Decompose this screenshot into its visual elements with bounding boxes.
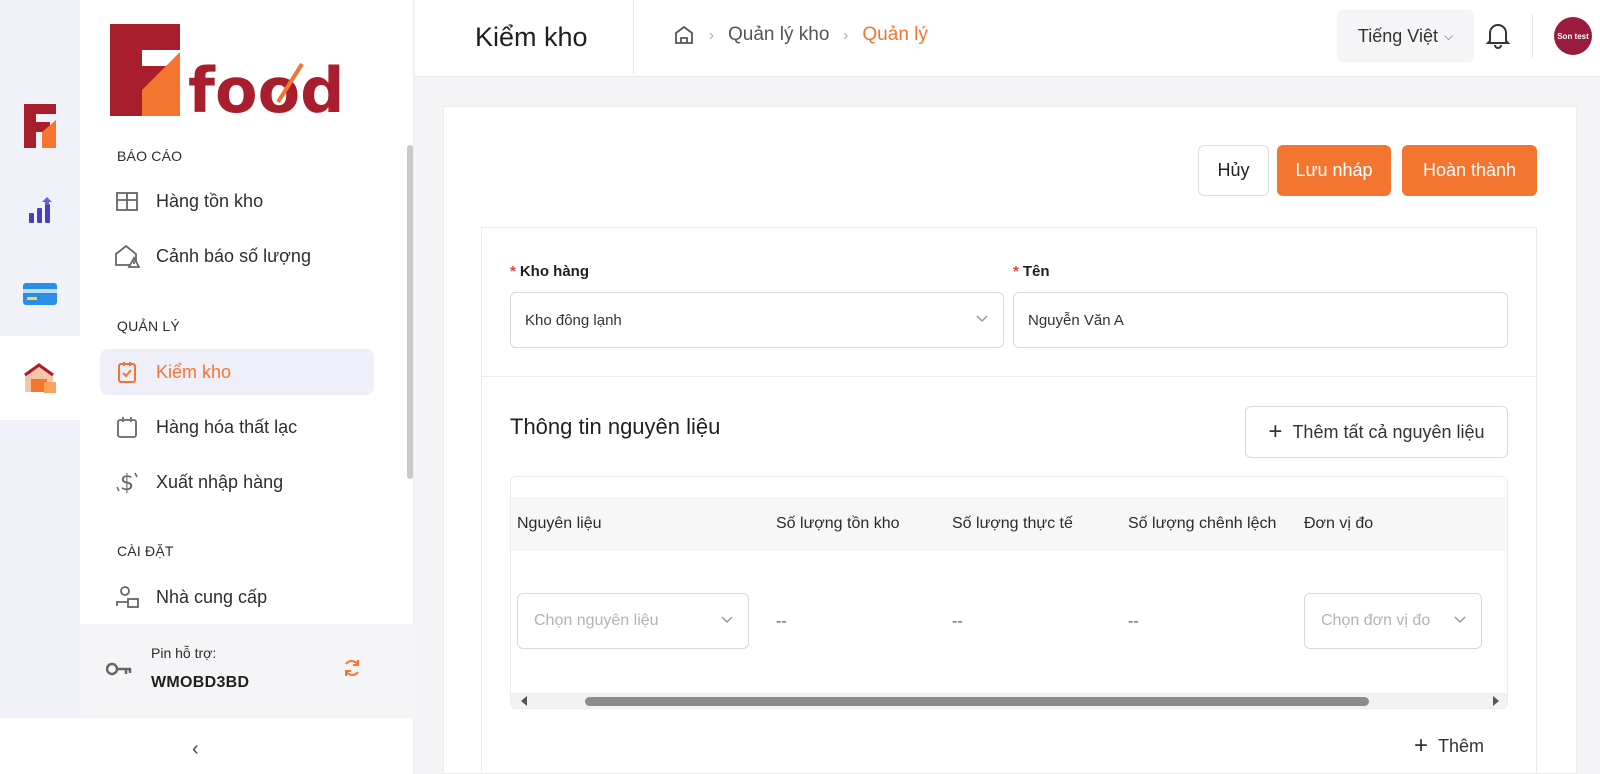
form-divider <box>481 376 1537 377</box>
warehouse-value: Kho đông lạnh <box>525 311 622 329</box>
header-divider <box>1532 14 1533 58</box>
sidebar-item-quantity-alert[interactable]: Cảnh báo số lượng <box>100 233 374 279</box>
inventory-icon <box>114 188 140 214</box>
name-label: * Tên <box>1013 263 1050 280</box>
refresh-icon[interactable] <box>342 658 362 678</box>
sidebar-item-label: Nhà cung cấp <box>156 586 268 607</box>
add-all-label: Thêm tất cả nguyên liệu <box>1292 421 1485 442</box>
name-field[interactable]: Nguyễn Văn A <box>1013 292 1508 348</box>
sidebar: food BÁO CÁO Hàng tồn kho Cảnh báo số lư… <box>80 0 414 774</box>
difference-quantity: -- <box>1128 613 1139 630</box>
sidebar-item-lost-goods[interactable]: Hàng hóa thất lạc <box>100 404 374 450</box>
avatar[interactable]: Son test <box>1554 17 1592 55</box>
sidebar-item-label: Hàng tồn kho <box>156 190 264 211</box>
payment-card-icon <box>23 283 57 305</box>
breadcrumb-separator: › <box>709 26 714 44</box>
svg-text:food: food <box>188 54 340 118</box>
sidebar-item-label: Cảnh báo số lượng <box>156 245 311 266</box>
actual-quantity: -- <box>952 613 963 630</box>
column-header: Số lượng thực tế <box>952 515 1073 532</box>
report-chart-icon <box>29 197 52 223</box>
pin-code: WMOBD3BD <box>151 674 250 691</box>
breadcrumb-current: Quản lý <box>862 24 928 45</box>
header-divider <box>633 0 634 74</box>
section-title-report: BÁO CÁO <box>117 148 183 164</box>
lost-package-icon <box>114 414 140 440</box>
breadcrumb-item[interactable]: Quản lý kho <box>728 24 829 46</box>
column-header: Số lượng tồn kho <box>776 515 900 532</box>
plus-icon: + <box>1414 732 1429 759</box>
pin-box <box>80 624 414 718</box>
clipboard-check-icon <box>114 359 140 385</box>
brand-icon <box>24 104 56 148</box>
dollar-icon: $ <box>114 469 140 495</box>
supplier-icon <box>114 584 140 610</box>
material-select[interactable]: Chọn nguyên liệu <box>517 593 749 649</box>
cancel-button[interactable]: Hủy <box>1198 145 1269 196</box>
add-row-label: Thêm <box>1438 735 1485 756</box>
top-header: Kiểm kho › Quản lý kho › Quản lý Tiếng V… <box>415 0 1600 77</box>
save-draft-button[interactable]: Lưu nháp <box>1277 145 1391 196</box>
section-title-settings: CÀI ĐẶT <box>117 543 174 559</box>
sidebar-item-import-export[interactable]: $ Xuất nhập hàng <box>100 459 374 505</box>
scroll-left-icon[interactable] <box>519 695 529 707</box>
section-title-manage: QUẢN LÝ <box>117 318 180 334</box>
warehouse-label: * Kho hàng <box>510 263 589 280</box>
unit-placeholder: Chọn đơn vị đo <box>1321 612 1431 629</box>
rail-bottom <box>0 718 80 774</box>
column-header: Số lượng chênh lệch <box>1128 515 1277 532</box>
materials-table: Nguyên liệu Số lượng tồn kho Số lượng th… <box>510 476 1508 709</box>
name-value: Nguyễn Văn A <box>1028 311 1124 329</box>
chevron-down-icon <box>1454 616 1466 624</box>
column-header: Đơn vị đo <box>1304 515 1374 532</box>
home-icon[interactable] <box>673 24 695 46</box>
language-selector[interactable]: Tiếng Việt ⌵ <box>1337 10 1474 62</box>
sidebar-item-label: Kiểm kho <box>156 361 232 382</box>
sidebar-item-inventory[interactable]: Hàng tồn kho <box>100 178 374 224</box>
rail-brand[interactable] <box>0 84 80 168</box>
rail-warehouse[interactable] <box>0 336 80 420</box>
app-logo: food <box>108 22 345 127</box>
stock-quantity: -- <box>776 613 787 630</box>
warehouse-icon <box>24 363 56 393</box>
svg-text:$: $ <box>120 471 134 495</box>
unit-select[interactable]: Chọn đơn vị đo <box>1304 593 1482 649</box>
pin-label: Pin hỗ trợ: <box>151 645 217 661</box>
scrollbar-thumb[interactable] <box>585 697 1369 706</box>
add-all-materials-button[interactable]: + Thêm tất cả nguyên liệu <box>1245 406 1508 458</box>
rail-report[interactable] <box>0 168 80 252</box>
chevron-down-icon <box>976 315 988 323</box>
rail-payment[interactable] <box>0 252 80 336</box>
add-row-button[interactable]: + Thêm <box>1414 734 1484 758</box>
icon-rail <box>0 0 80 718</box>
materials-title: Thông tin nguyên liệu <box>510 414 721 439</box>
column-header: Nguyên liệu <box>517 515 602 532</box>
page-title: Kiểm kho <box>475 22 588 52</box>
notification-bell-icon[interactable] <box>1485 21 1511 54</box>
warehouse-select[interactable]: Kho đông lạnh <box>510 292 1004 348</box>
sidebar-item-label: Xuất nhập hàng <box>156 471 284 492</box>
material-placeholder: Chọn nguyên liệu <box>534 612 659 629</box>
sidebar-item-stock-check[interactable]: Kiểm kho <box>100 349 374 395</box>
warehouse-alert-icon <box>114 243 140 269</box>
breadcrumb: › Quản lý kho › Quản lý <box>673 24 928 46</box>
sidebar-scrollbar[interactable] <box>407 145 413 479</box>
chevron-down-icon: ⌵ <box>1443 28 1454 43</box>
language-label: Tiếng Việt <box>1357 25 1438 46</box>
key-icon <box>106 662 132 676</box>
chevron-down-icon <box>721 616 733 624</box>
scroll-right-icon[interactable] <box>1491 695 1501 707</box>
complete-button[interactable]: Hoàn thành <box>1402 145 1537 196</box>
collapse-sidebar-icon[interactable]: ‹ <box>192 738 199 761</box>
sidebar-item-label: Hàng hóa thất lạc <box>156 416 298 437</box>
breadcrumb-separator: › <box>843 26 849 44</box>
sidebar-item-supplier[interactable]: Nhà cung cấp <box>100 574 374 620</box>
plus-icon: + <box>1268 418 1283 445</box>
